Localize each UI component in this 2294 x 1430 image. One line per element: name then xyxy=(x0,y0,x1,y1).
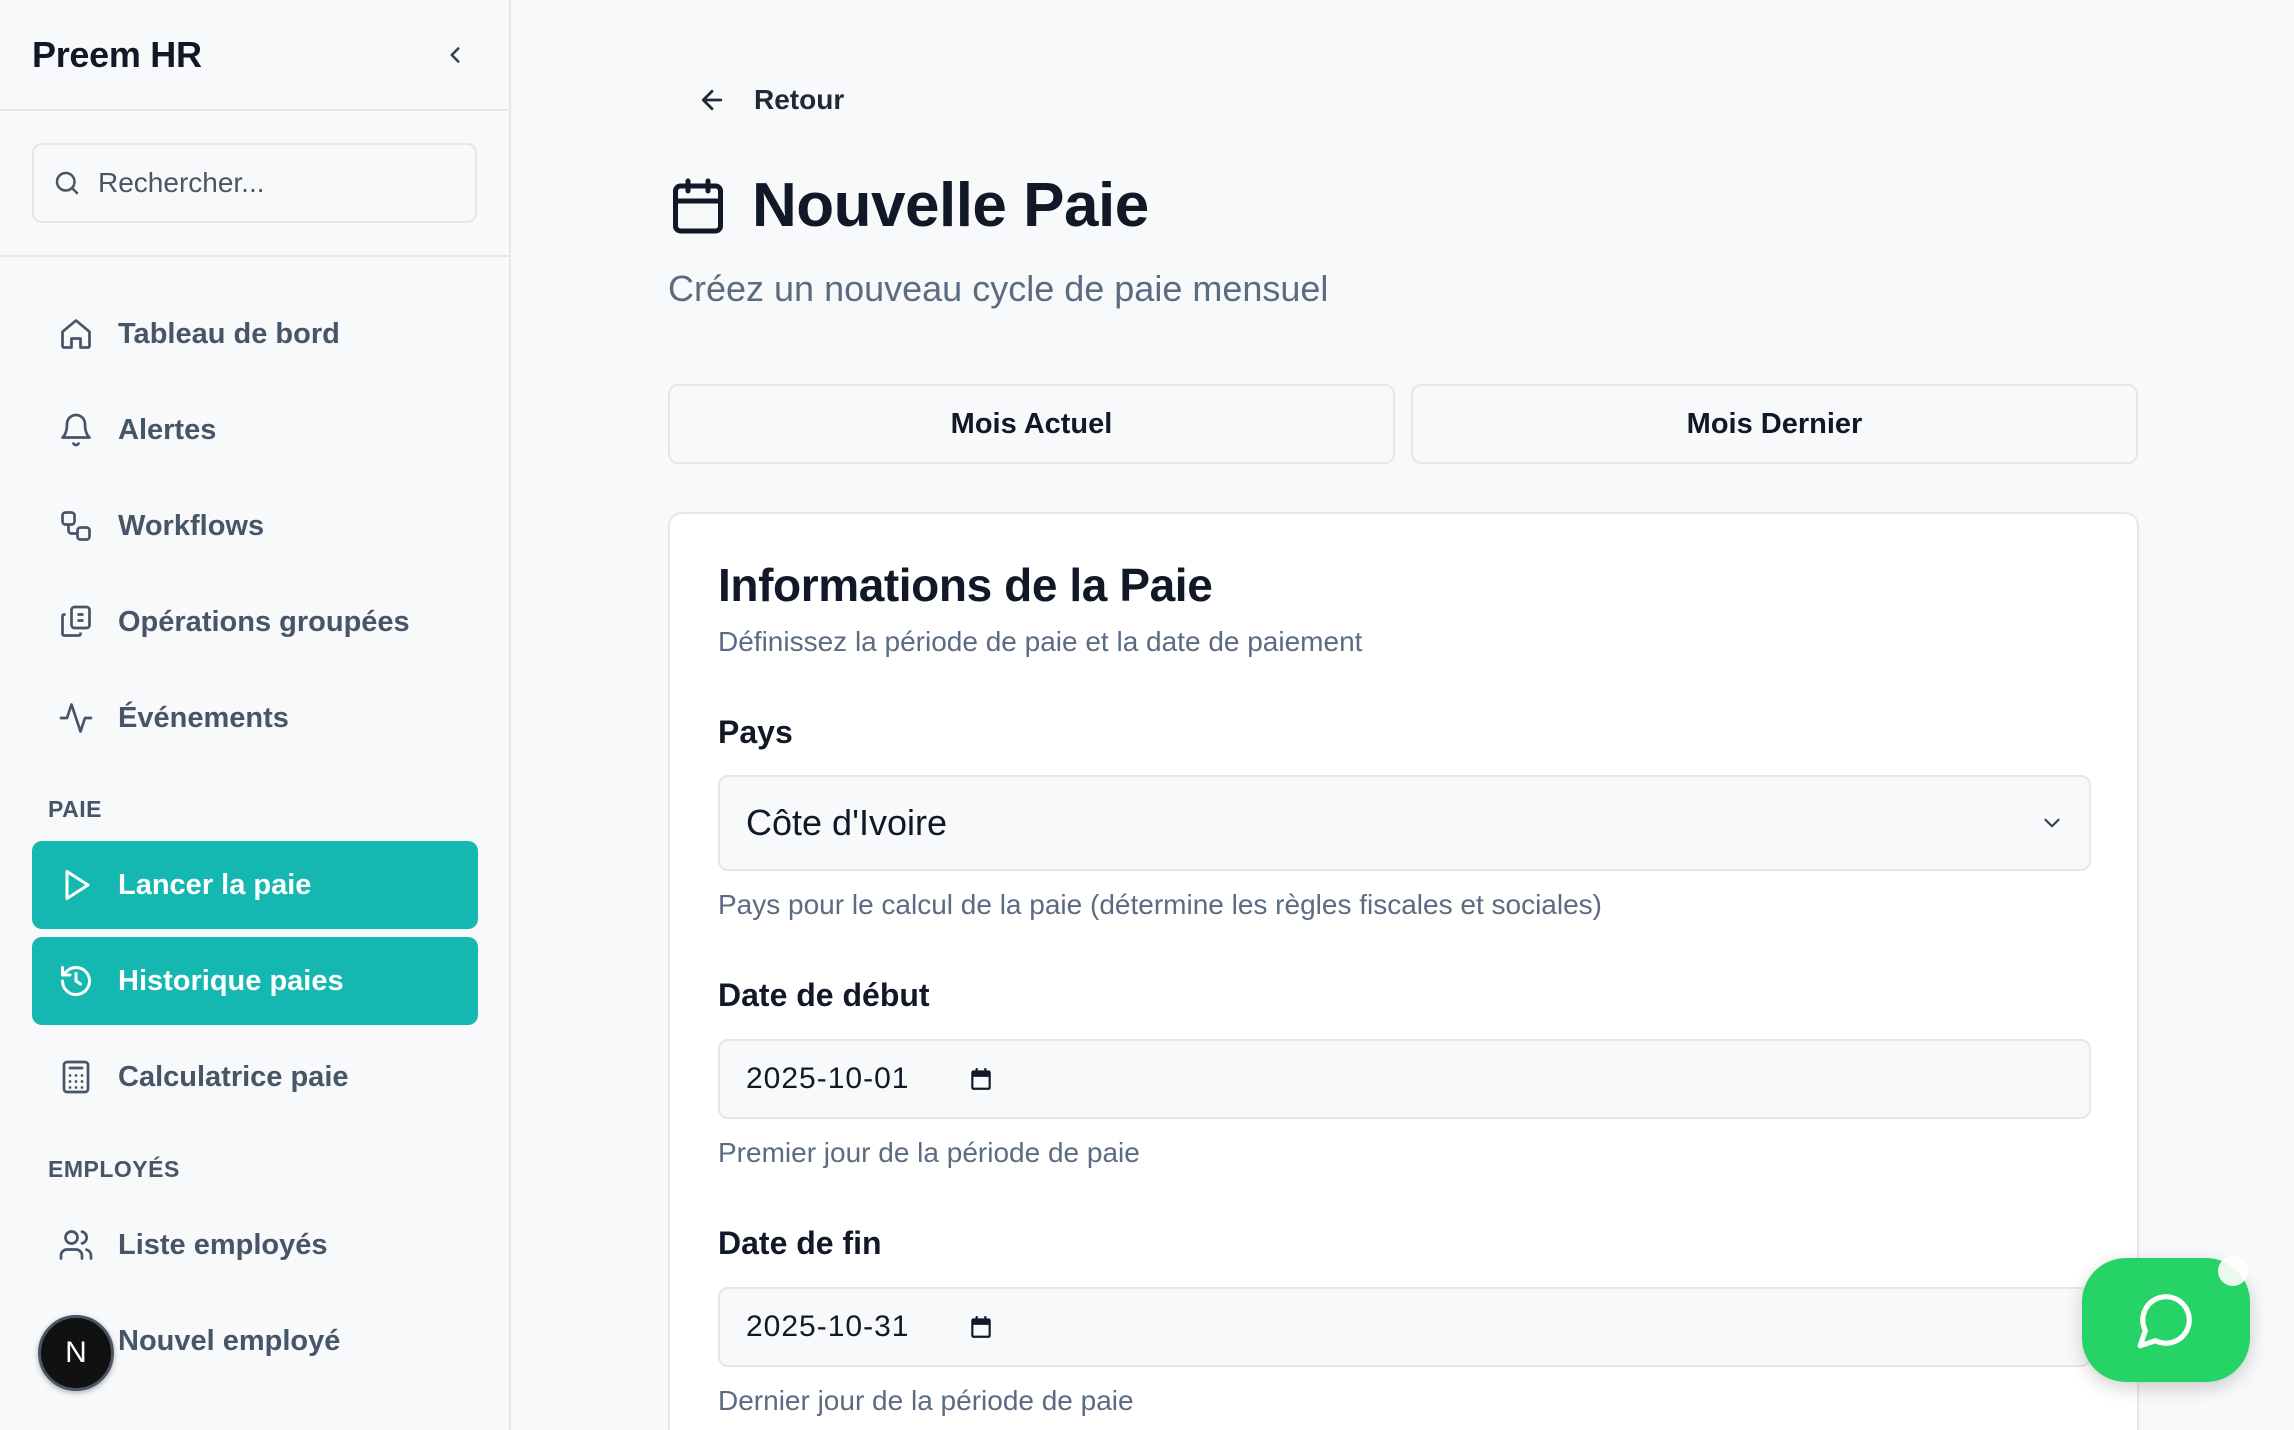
calculator-icon xyxy=(56,1057,96,1097)
activity-icon xyxy=(56,698,96,738)
copy-icon xyxy=(56,602,96,642)
sidebar-item-label: Alertes xyxy=(118,413,217,446)
calendar-icon xyxy=(673,178,723,233)
end-date-help: Dernier jour de la période de paie xyxy=(718,1385,1134,1416)
collapse-sidebar-button[interactable] xyxy=(435,35,475,75)
sidebar-item-run-payroll[interactable]: Lancer la paie xyxy=(32,841,478,929)
history-icon xyxy=(56,961,96,1001)
country-select-value: Côte d'Ivoire xyxy=(746,802,947,843)
sidebar-item-label: Historique paies xyxy=(118,964,344,997)
search-input[interactable] xyxy=(98,167,438,199)
sidebar-item-payroll-calculator[interactable]: Calculatrice paie xyxy=(32,1033,478,1121)
search-section xyxy=(0,111,509,257)
back-label: Retour xyxy=(754,84,845,115)
sidebar-header: Preem HR xyxy=(0,0,509,111)
sidebar-item-events[interactable]: Événements xyxy=(32,674,478,762)
home-icon xyxy=(56,314,96,354)
end-date-input[interactable]: 2025-10-31 xyxy=(718,1287,2091,1367)
start-date-value: 2025-10-01 xyxy=(746,1062,910,1095)
last-month-button[interactable]: Mois Dernier xyxy=(1411,384,2138,464)
payroll-info-card: Informations de la Paie Définissez la pé… xyxy=(668,512,2139,1430)
search-box[interactable] xyxy=(32,143,477,223)
sidebar-item-payroll-history[interactable]: Historique paies xyxy=(32,937,478,1025)
calendar-picker-icon[interactable] xyxy=(968,1314,994,1340)
sidebar-item-label: Opérations groupées xyxy=(118,605,410,638)
sidebar-item-label: Calculatrice paie xyxy=(118,1060,349,1093)
sidebar-item-workflows[interactable]: Workflows xyxy=(32,482,478,570)
end-date-value: 2025-10-31 xyxy=(746,1310,910,1343)
bell-icon xyxy=(56,410,96,450)
page-subtitle: Créez un nouveau cycle de paie mensuel xyxy=(668,268,1329,309)
search-icon xyxy=(55,171,79,195)
sidebar-item-label: Liste employés xyxy=(118,1228,328,1261)
country-label: Pays xyxy=(718,714,793,750)
chat-bubble-icon xyxy=(2137,1294,2192,1349)
sidebar-item-label: Tableau de bord xyxy=(118,317,340,350)
country-help: Pays pour le calcul de la paie (détermin… xyxy=(718,889,1602,920)
start-date-input[interactable]: 2025-10-01 xyxy=(718,1039,2091,1119)
chat-notification-dot xyxy=(2218,1256,2248,1286)
card-title: Informations de la Paie xyxy=(718,559,1213,611)
sidebar-item-label: Lancer la paie xyxy=(118,868,312,901)
current-month-button[interactable]: Mois Actuel xyxy=(668,384,1395,464)
section-label-paie: PAIE xyxy=(48,796,102,822)
workflow-icon xyxy=(56,506,96,546)
end-date-label: Date de fin xyxy=(718,1225,882,1261)
arrow-left-icon xyxy=(692,80,732,120)
back-link[interactable]: Retour xyxy=(692,80,844,120)
chevron-down-icon xyxy=(2044,818,2060,828)
sidebar-item-label: Workflows xyxy=(118,509,265,542)
sidebar-item-alerts[interactable]: Alertes xyxy=(32,386,478,474)
sidebar-item-label: Nouvel employé xyxy=(118,1324,341,1357)
calendar-picker-icon[interactable] xyxy=(968,1066,994,1092)
card-description: Définissez la période de paie et la date… xyxy=(718,626,1363,657)
country-select[interactable]: Côte d'Ivoire xyxy=(718,775,2091,871)
sidebar-item-employee-list[interactable]: Liste employés xyxy=(32,1201,478,1289)
start-date-help: Premier jour de la période de paie xyxy=(718,1137,1140,1168)
chevron-left-icon xyxy=(450,46,460,63)
section-label-employes: EMPLOYÉS xyxy=(48,1156,180,1182)
sidebar-item-dashboard[interactable]: Tableau de bord xyxy=(32,290,478,378)
users-icon xyxy=(56,1225,96,1265)
start-date-label: Date de début xyxy=(718,977,930,1013)
page-header: Nouvelle Paie xyxy=(668,170,1149,241)
page-title: Nouvelle Paie xyxy=(752,171,1149,240)
sidebar-item-label: Événements xyxy=(118,701,289,734)
dev-tools-badge[interactable]: N xyxy=(38,1315,114,1391)
play-icon xyxy=(56,865,96,905)
sidebar-item-bulk-operations[interactable]: Opérations groupées xyxy=(32,578,478,666)
sidebar: Preem HR Tableau de bord Alertes Workflo… xyxy=(0,0,511,1430)
badge-letter: N xyxy=(65,1336,87,1369)
app-title: Preem HR xyxy=(32,33,202,75)
